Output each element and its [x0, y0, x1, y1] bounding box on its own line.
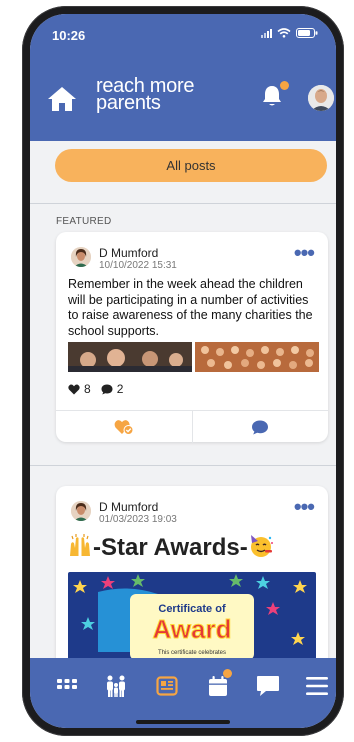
reaction-counts: 8 2: [68, 382, 123, 396]
apps-icon: [57, 679, 77, 689]
notification-badge: [280, 81, 289, 90]
nav-apps[interactable]: [53, 672, 81, 700]
home-icon[interactable]: [47, 86, 77, 112]
like-button[interactable]: [56, 411, 193, 443]
post-date: 01/03/2023 19:03: [99, 514, 177, 525]
heart-icon: [68, 384, 80, 394]
nav-messages[interactable]: [254, 672, 282, 700]
post-card[interactable]: D Mumford 01/03/2023 19:03 ••• -Star Awa…: [56, 486, 328, 686]
post-title-text: -Star Awards-: [93, 534, 248, 561]
profile-avatar[interactable]: [308, 85, 334, 111]
post-author: D Mumford: [99, 500, 159, 514]
post-actions: [56, 410, 328, 443]
brand-logo: reach more parents: [96, 76, 194, 114]
bottom-nav: [30, 658, 336, 728]
all-posts-button[interactable]: All posts: [55, 149, 327, 182]
comment-count: 2: [116, 382, 124, 396]
party-face-icon: [250, 535, 273, 557]
divider: [30, 203, 336, 204]
phone-frame: 10:26 reach more parents All posts FEATU…: [22, 6, 344, 736]
menu-icon: [306, 677, 328, 695]
status-time: 10:26: [52, 28, 86, 43]
status-icons: [261, 28, 318, 38]
author-avatar: [71, 247, 91, 267]
post-card[interactable]: D Mumford 10/10/2022 15:31 ••• Remember …: [56, 232, 328, 443]
post-author: D Mumford: [99, 246, 159, 260]
family-icon: [107, 675, 125, 697]
nav-calendar[interactable]: [204, 669, 232, 700]
post-text: Remember in the week ahead the children …: [68, 277, 313, 338]
post-photo[interactable]: [195, 342, 319, 372]
like-count: 8: [84, 382, 91, 396]
messages-icon: [257, 676, 279, 696]
app-screen: 10:26 reach more parents All posts FEATU…: [30, 14, 336, 728]
more-icon[interactable]: •••: [294, 496, 315, 518]
post-photo[interactable]: [68, 342, 192, 372]
post-photos[interactable]: [68, 342, 319, 372]
comment-button[interactable]: [193, 411, 329, 443]
newsletter-icon: [156, 676, 178, 696]
signal-icon: [261, 28, 272, 38]
divider: [30, 465, 336, 466]
featured-label: FEATURED: [56, 216, 112, 227]
certificate-caption: This certificate celebrates: [158, 650, 226, 656]
nav-menu[interactable]: [303, 672, 331, 700]
app-header: 10:26 reach more parents: [30, 14, 336, 141]
brand-line-2: parents: [96, 92, 161, 114]
wifi-icon: [277, 28, 291, 38]
certificate-word: Award: [153, 614, 232, 644]
post-date: 10/10/2022 15:31: [99, 260, 177, 271]
heart-check-icon: [114, 420, 134, 435]
calendar-badge: [223, 669, 232, 678]
nav-family[interactable]: [102, 672, 130, 700]
post-title: -Star Awards-: [67, 533, 274, 562]
nav-newsletter[interactable]: [153, 672, 181, 700]
author-avatar: [71, 501, 91, 521]
certificate-image[interactable]: Certificate of Award This certificate ce…: [68, 572, 316, 660]
comment-icon: [101, 384, 113, 394]
raised-hands-icon: [70, 534, 90, 556]
comment-icon: [252, 420, 269, 434]
home-indicator[interactable]: [136, 720, 230, 724]
calendar-icon: [209, 676, 227, 696]
more-icon[interactable]: •••: [294, 242, 315, 264]
battery-icon: [296, 28, 318, 38]
